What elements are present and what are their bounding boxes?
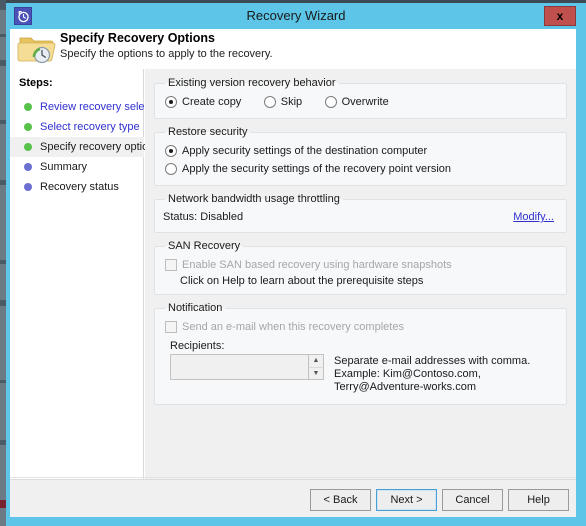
- help-button[interactable]: Help: [508, 489, 569, 511]
- history-clock-icon: [14, 7, 32, 25]
- radio-overwrite[interactable]: Overwrite: [324, 93, 389, 111]
- notification-group: Notification Send an e-mail when this re…: [154, 302, 567, 405]
- step-bullet-icon: [24, 123, 32, 131]
- bandwidth-status: Status: Disabled: [163, 211, 244, 223]
- san-recovery-group: SAN Recovery Enable SAN based recovery u…: [154, 240, 567, 295]
- bandwidth-throttling-group: Network bandwidth usage throttling Statu…: [154, 193, 567, 233]
- recipients-input[interactable]: [171, 355, 323, 379]
- recipients-hint-line2: Example: Kim@Contoso.com, Terry@Adventur…: [334, 368, 481, 393]
- sidebar-item-specify-recovery-options[interactable]: Specify recovery options: [10, 137, 160, 157]
- sidebar-item-label: Summary: [40, 161, 88, 173]
- radio-label: Skip: [280, 96, 303, 108]
- sidebar-item-review-recovery-selection[interactable]: Review recovery selection: [10, 97, 168, 117]
- recovery-wizard-window: Recovery Wizard x Specify Recovery Optio…: [0, 0, 586, 526]
- radio-indicator-icon: [165, 163, 177, 175]
- close-button[interactable]: x: [544, 6, 576, 26]
- wizard-header: Specify Recovery Options Specify the opt…: [10, 29, 576, 69]
- radio-label: Overwrite: [341, 96, 389, 108]
- next-button[interactable]: Next >: [376, 489, 437, 511]
- recipients-label: Recipients:: [170, 340, 225, 352]
- step-bullet-icon: [24, 183, 32, 191]
- window-title: Recovery Wizard: [246, 8, 346, 23]
- window-top-edge: [6, 0, 586, 3]
- recipients-hint-line1: Separate e-mail addresses with comma.: [334, 355, 531, 367]
- back-button[interactable]: < Back: [310, 489, 371, 511]
- bandwidth-legend: Network bandwidth usage throttling: [168, 193, 340, 205]
- checkbox-label: Send an e-mail when this recovery comple…: [182, 321, 404, 333]
- radio-indicator-icon: [165, 145, 177, 157]
- restore-security-group: Restore security Apply security settings…: [154, 126, 567, 186]
- spinner-down-icon[interactable]: ▼: [309, 368, 323, 380]
- restore-security-legend: Restore security: [168, 126, 248, 138]
- bandwidth-modify-link[interactable]: Modify...: [513, 211, 554, 223]
- options-panel: Existing version recovery behavior Creat…: [145, 69, 576, 479]
- sidebar-item-select-recovery-type[interactable]: Select recovery type: [10, 117, 144, 137]
- wizard-footer: < Back Next > Cancel Help: [10, 479, 576, 517]
- existing-version-group: Existing version recovery behavior Creat…: [154, 77, 567, 119]
- radio-indicator-icon: [263, 96, 276, 108]
- radio-create-copy[interactable]: Create copy: [165, 93, 241, 111]
- recipients-spinner[interactable]: ▲ ▼: [308, 355, 323, 379]
- checkbox-enable-san-recovery[interactable]: Enable SAN based recovery using hardware…: [163, 256, 558, 274]
- radio-apply-destination-security[interactable]: Apply security settings of the destinati…: [163, 142, 558, 160]
- sidebar-item-label: Select recovery type: [40, 121, 140, 133]
- desktop-left-strip: [0, 0, 6, 526]
- radio-label: Apply the security settings of the recov…: [182, 163, 452, 175]
- checkbox-indicator-icon: [165, 259, 177, 271]
- step-bullet-icon: [24, 143, 32, 151]
- steps-heading: Steps:: [19, 77, 53, 89]
- checkbox-send-email[interactable]: Send an e-mail when this recovery comple…: [163, 318, 558, 336]
- step-bullet-icon: [24, 163, 32, 171]
- radio-indicator-icon: [165, 96, 177, 108]
- spinner-up-icon[interactable]: ▲: [309, 355, 323, 368]
- radio-label: Apply security settings of the destinati…: [182, 145, 428, 157]
- cancel-button[interactable]: Cancel: [442, 489, 503, 511]
- footer-divider: [10, 477, 576, 478]
- san-legend: SAN Recovery: [168, 240, 241, 252]
- radio-apply-recovery-point-security[interactable]: Apply the security settings of the recov…: [163, 160, 558, 178]
- wizard-body: Steps: Review recovery selection Select …: [10, 69, 576, 479]
- sidebar-item-label: Recovery status: [40, 181, 119, 193]
- checkbox-label: Enable SAN based recovery using hardware…: [182, 259, 452, 271]
- radio-indicator-icon: [324, 96, 337, 108]
- sidebar-item-summary[interactable]: Summary: [10, 157, 144, 177]
- recipients-field[interactable]: ▲ ▼: [170, 354, 324, 380]
- existing-version-legend: Existing version recovery behavior: [168, 77, 336, 89]
- step-bullet-icon: [24, 103, 32, 111]
- folder-clock-icon: [16, 31, 56, 67]
- checkbox-indicator-icon: [165, 321, 177, 333]
- radio-label: Create copy: [182, 96, 242, 108]
- title-bar: Recovery Wizard x: [6, 3, 586, 29]
- steps-sidebar: Steps: Review recovery selection Select …: [10, 69, 168, 479]
- san-prerequisite-note: Click on Help to learn about the prerequ…: [180, 275, 424, 287]
- recipients-hint: Separate e-mail addresses with comma. Ex…: [334, 354, 558, 394]
- radio-skip[interactable]: Skip: [263, 93, 303, 111]
- sidebar-item-recovery-status[interactable]: Recovery status: [10, 177, 144, 197]
- sidebar-item-label: Specify recovery options: [40, 141, 160, 153]
- notification-legend: Notification: [168, 302, 223, 314]
- page-subtitle: Specify the options to apply to the reco…: [60, 48, 273, 60]
- page-title: Specify Recovery Options: [60, 31, 215, 45]
